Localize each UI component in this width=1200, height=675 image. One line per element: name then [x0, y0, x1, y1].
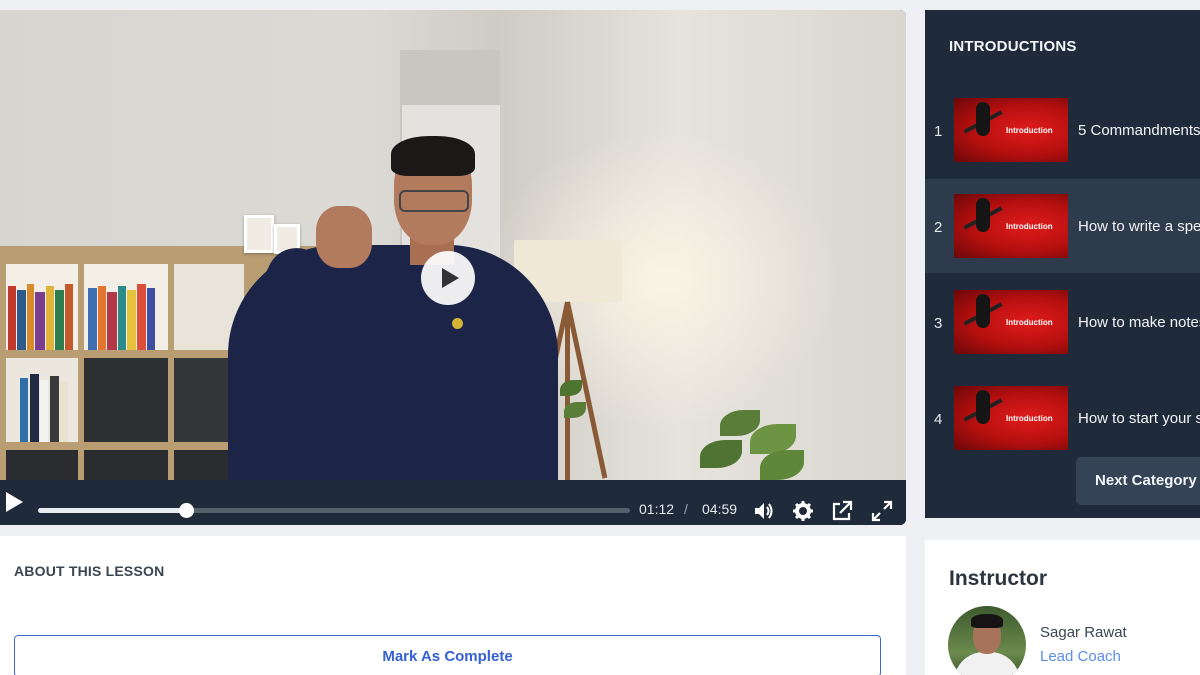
current-time: 01:12: [639, 501, 675, 517]
playlist-item[interactable]: 3 Introduction How to make notes: [925, 275, 1200, 369]
instructor-card: Instructor Sagar Rawat Lead Coach: [925, 540, 1200, 675]
category-title: INTRODUCTIONS: [949, 38, 1077, 55]
about-lesson-panel: ABOUT THIS LESSON Mark As Complete: [0, 536, 906, 675]
item-title: 5 Commandments: [1078, 122, 1200, 139]
progress-bar[interactable]: [38, 503, 630, 518]
photo-frame: [244, 215, 274, 253]
video-controls: 01:12 / 04:59: [0, 480, 906, 525]
microphone-icon: [976, 294, 990, 328]
lesson-thumbnail: Introduction: [954, 290, 1068, 354]
microphone-icon: [976, 102, 990, 136]
item-number: 4: [934, 411, 943, 428]
instructor-name: Sagar Rawat: [1040, 624, 1127, 641]
playlist-item[interactable]: 1 Introduction 5 Commandments: [925, 83, 1200, 177]
item-number: 1: [934, 123, 943, 140]
time-separator: /: [684, 501, 688, 517]
duration: 04:59: [702, 501, 738, 517]
instructor-heading: Instructor: [949, 567, 1048, 590]
fullscreen-icon[interactable]: [871, 500, 893, 522]
presenter-hand: [316, 206, 372, 268]
video-frame[interactable]: [0, 10, 906, 480]
play-icon: [442, 268, 459, 288]
big-play-button[interactable]: [421, 251, 475, 305]
lesson-thumbnail: Introduction: [954, 98, 1068, 162]
mark-complete-button[interactable]: Mark As Complete: [14, 635, 881, 675]
progress-fill: [38, 508, 186, 513]
item-number: 3: [934, 315, 943, 332]
item-title: How to start your speech: [1078, 410, 1200, 427]
next-category-button[interactable]: Next Category: [1076, 457, 1200, 505]
instructor-avatar: [948, 606, 1026, 675]
instructor-role[interactable]: Lead Coach: [1040, 648, 1121, 665]
progress-handle[interactable]: [179, 503, 194, 518]
item-number: 2: [934, 219, 943, 236]
playlist-item[interactable]: 4 Introduction How to start your speech: [925, 371, 1200, 465]
volume-icon[interactable]: [753, 500, 775, 522]
microphone-icon: [976, 198, 990, 232]
microphone-icon: [976, 390, 990, 424]
lesson-thumbnail: Introduction: [954, 386, 1068, 450]
settings-gear-icon[interactable]: [792, 500, 814, 522]
presenter: [228, 245, 558, 480]
playlist-item-active[interactable]: 2 Introduction How to write a speech: [925, 179, 1200, 273]
item-title: How to write a speech: [1078, 218, 1200, 235]
external-link-icon[interactable]: [831, 500, 853, 522]
item-title: How to make notes: [1078, 314, 1200, 331]
lesson-thumbnail: Introduction: [954, 194, 1068, 258]
lesson-playlist: INTRODUCTIONS 1 Introduction 5 Commandme…: [925, 10, 1200, 518]
video-player[interactable]: 01:12 / 04:59: [0, 10, 906, 525]
about-lesson-heading: ABOUT THIS LESSON: [14, 563, 165, 579]
background-door-top: [400, 50, 500, 105]
play-icon[interactable]: [4, 491, 24, 513]
